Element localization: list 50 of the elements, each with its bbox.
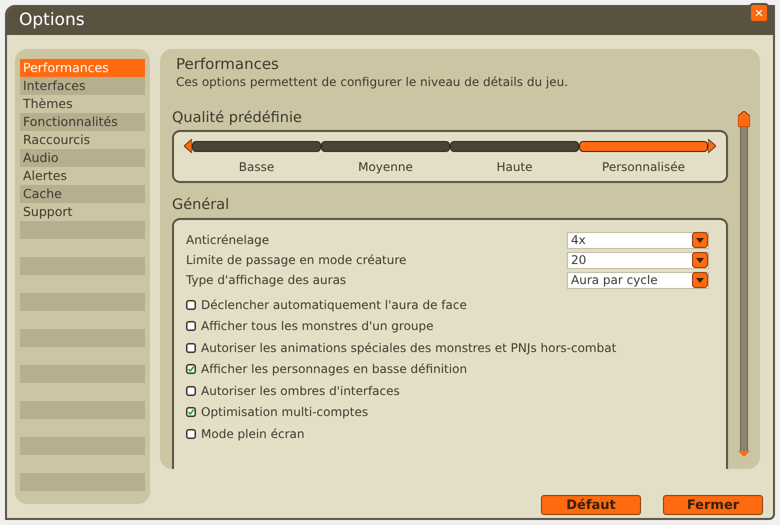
section-title: Qualité prédéfinie [172, 109, 303, 128]
setting-label: Anticrénelage [186, 232, 270, 249]
quality-segment[interactable] [321, 140, 450, 152]
arrow-left-icon[interactable] [184, 139, 192, 153]
checkbox-label: Optimisation multi-comptes [201, 404, 368, 422]
arrow-right-icon[interactable] [708, 139, 716, 153]
checkbox-label: Autoriser les animations spéciales des monstres et PNJs hors-combat [201, 340, 616, 357]
quality-label: Moyenne [358, 159, 413, 176]
quality-label: Haute [496, 159, 533, 176]
section-title: Général [172, 196, 230, 215]
sidebar-item[interactable]: Raccourcis [20, 131, 145, 149]
checkbox[interactable] [186, 428, 196, 439]
dropdown[interactable]: 4x [567, 232, 709, 248]
caret-icon[interactable] [692, 272, 708, 288]
checkbox[interactable] [186, 321, 196, 332]
quality-label: Personnalisée [602, 159, 685, 176]
setting-label: Type d'affichage des auras [186, 272, 346, 289]
quality-slider[interactable]: Basse Moyenne Haute Personnalisée [172, 130, 728, 183]
quality-segment[interactable] [450, 140, 579, 152]
checkbox-label: Mode plein écran [201, 426, 304, 443]
sidebar-item[interactable]: Alertes [20, 167, 145, 185]
page-title: Performances [176, 54, 280, 74]
scrollbar[interactable] [738, 111, 750, 457]
sidebar-item[interactable]: Support [20, 203, 145, 221]
sidebar-item[interactable]: Cache [20, 185, 145, 203]
setting-label: Limite de passage en mode créature [186, 252, 406, 269]
checkbox-label: Afficher les personnages en basse définition [201, 361, 468, 378]
caret-icon[interactable] [692, 232, 708, 248]
dialog-button[interactable]: Fermer [663, 495, 763, 515]
sidebar-item[interactable]: Thèmes [20, 95, 145, 113]
checkbox[interactable] [186, 407, 196, 418]
dialog-button[interactable]: Défaut [541, 495, 641, 515]
checkbox[interactable] [186, 342, 196, 353]
checkbox-label: Afficher tous les monstres d'un groupe [201, 318, 434, 336]
dropdown[interactable]: 20 [567, 252, 709, 268]
sidebar-item[interactable]: Audio [20, 149, 145, 167]
checkbox-label: Autoriser les ombres d'interfaces [201, 382, 400, 400]
checkbox[interactable] [186, 300, 196, 310]
sidebar-item[interactable]: Fonctionnalités [20, 113, 145, 131]
page-description: Ces options permettent de configurer le niveau de détails du jeu. [176, 74, 570, 90]
quality-segment[interactable] [192, 140, 321, 152]
window-title: Options [19, 9, 85, 32]
caret-icon[interactable] [692, 252, 708, 268]
dropdown[interactable]: Aura par cycle [567, 272, 709, 288]
checkbox[interactable] [186, 386, 196, 396]
checkbox-label: Déclencher automatiquement l'aura de face [201, 296, 467, 314]
quality-label: Basse [238, 159, 274, 176]
sidebar-item[interactable]: Interfaces [20, 77, 145, 95]
checkbox[interactable] [186, 364, 196, 374]
scroll-up-icon[interactable] [738, 111, 750, 127]
